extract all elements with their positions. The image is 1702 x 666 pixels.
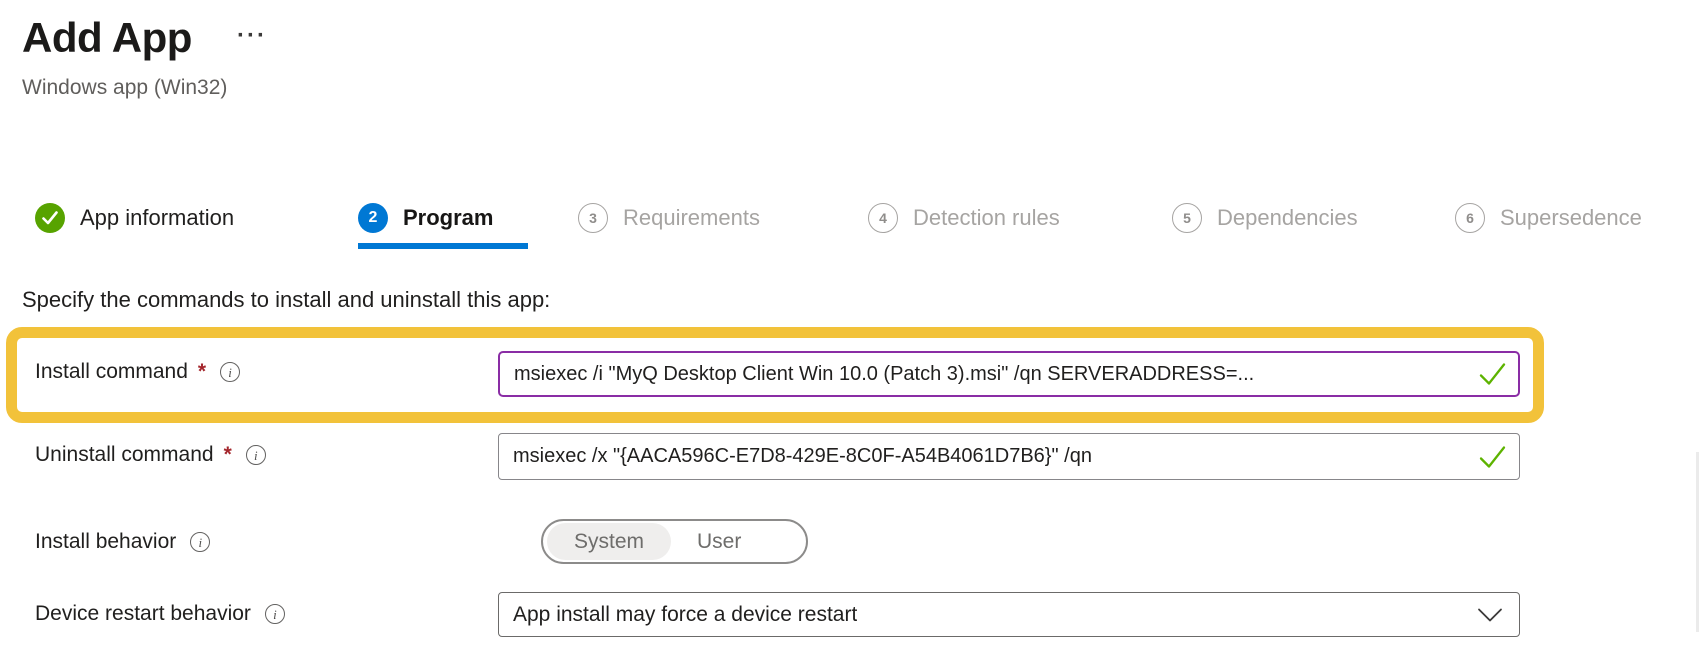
uninstall-command-field xyxy=(498,433,1520,480)
info-glyph: i xyxy=(254,449,258,462)
step-number-badge: 2 xyxy=(358,203,388,233)
tab-label: Program xyxy=(403,205,493,231)
tab-app-information[interactable]: App information xyxy=(35,203,234,233)
info-icon[interactable]: i xyxy=(265,604,285,624)
tab-requirements[interactable]: 3 Requirements xyxy=(578,203,760,233)
install-command-label: Install command * i xyxy=(35,360,240,384)
info-icon[interactable]: i xyxy=(220,362,240,382)
tab-supersedence[interactable]: 6 Supersedence xyxy=(1455,203,1642,233)
toggle-option-user[interactable]: User xyxy=(671,523,767,560)
check-icon xyxy=(42,211,58,225)
info-glyph: i xyxy=(228,366,232,379)
active-tab-underline xyxy=(358,243,528,249)
tab-dependencies[interactable]: 5 Dependencies xyxy=(1172,203,1358,233)
info-icon[interactable]: i xyxy=(190,532,210,552)
dropdown-selected-value: App install may force a device restart xyxy=(513,603,857,627)
tab-label: Detection rules xyxy=(913,205,1060,231)
info-glyph: i xyxy=(273,608,277,621)
page-title: Add App xyxy=(22,14,192,62)
required-asterisk: * xyxy=(224,443,232,467)
install-command-field xyxy=(498,351,1520,397)
page-subtitle: Windows app (Win32) xyxy=(22,76,227,100)
step-number-badge: 6 xyxy=(1455,203,1485,233)
valid-check-icon xyxy=(1479,362,1506,386)
device-restart-behavior-label: Device restart behavior i xyxy=(35,602,285,626)
label-text: Device restart behavior xyxy=(35,602,251,626)
uninstall-command-label: Uninstall command * i xyxy=(35,443,266,467)
tab-label: Supersedence xyxy=(1500,205,1642,231)
tab-label: Dependencies xyxy=(1217,205,1358,231)
tab-label: App information xyxy=(80,205,234,231)
add-app-wizard: Add App ··· Windows app (Win32) App info… xyxy=(0,0,1702,666)
step-completed-circle xyxy=(35,203,65,233)
tab-label: Requirements xyxy=(623,205,760,231)
panel-scroll-track[interactable] xyxy=(1696,452,1699,632)
info-glyph: i xyxy=(198,536,202,549)
tab-detection-rules[interactable]: 4 Detection rules xyxy=(868,203,1060,233)
step-number-badge: 5 xyxy=(1172,203,1202,233)
label-text: Uninstall command xyxy=(35,443,214,467)
chevron-down-icon xyxy=(1477,607,1503,622)
step-number-badge: 4 xyxy=(868,203,898,233)
device-restart-behavior-dropdown[interactable]: App install may force a device restart xyxy=(498,592,1520,637)
install-behavior-label: Install behavior i xyxy=(35,530,210,554)
step-number-badge: 3 xyxy=(578,203,608,233)
valid-check-icon xyxy=(1479,445,1506,469)
more-options-icon[interactable]: ··· xyxy=(237,24,267,48)
section-instruction: Specify the commands to install and unin… xyxy=(22,287,550,313)
toggle-option-system[interactable]: System xyxy=(547,523,671,560)
uninstall-command-input[interactable] xyxy=(498,433,1520,480)
install-behavior-toggle: System User xyxy=(541,519,808,564)
label-text: Install command xyxy=(35,360,188,384)
install-command-input[interactable] xyxy=(498,351,1520,397)
required-asterisk: * xyxy=(198,360,206,384)
tab-program[interactable]: 2 Program xyxy=(358,203,493,233)
label-text: Install behavior xyxy=(35,530,176,554)
info-icon[interactable]: i xyxy=(246,445,266,465)
